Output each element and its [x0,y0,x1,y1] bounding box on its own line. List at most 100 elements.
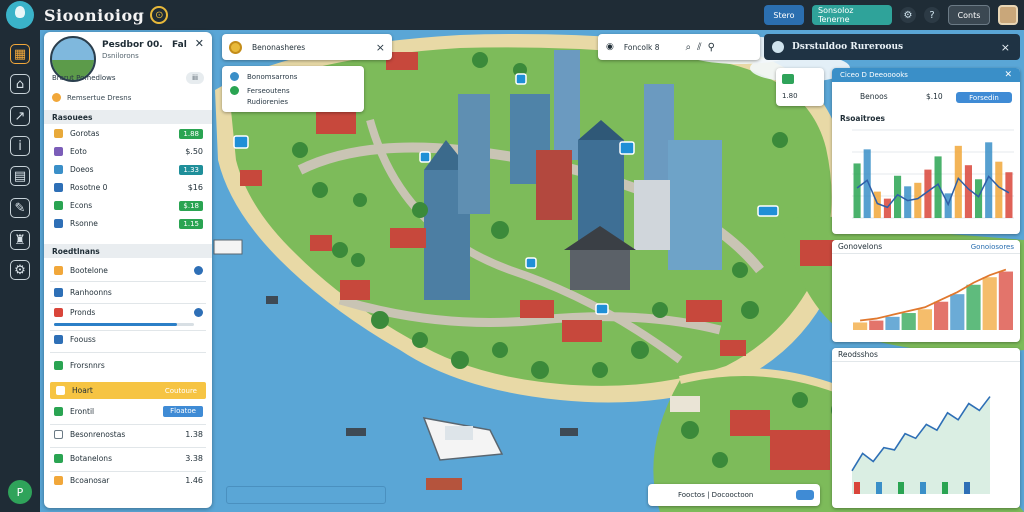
weather-widget[interactable]: 1.80 [776,68,824,106]
map-search-bar[interactable]: ◉ Foncolk 8 ⌕ ⫽ ⚲ [598,34,760,60]
area-fill [852,396,990,494]
bar [904,186,912,218]
bar [853,163,861,218]
quick-stat-row[interactable]: Bonomsarrons [230,72,297,81]
trend-chart-panel: Reodsshos [832,348,1020,508]
layers-icon[interactable]: ⫽ [697,42,701,53]
close-icon[interactable]: ✕ [195,37,204,50]
resource-row[interactable]: Econs $.18 [44,197,212,214]
highlight-row[interactable]: Hoart Coutoure [50,382,206,399]
bar [863,149,871,218]
list-label: Bootelone [70,266,108,275]
resource-label: Rsonne [70,219,98,228]
top-action-button[interactable]: Stero [764,5,804,25]
list-item[interactable]: Pronds [44,304,212,321]
bar-chart[interactable] [832,122,1020,232]
bar [883,198,891,218]
list-item[interactable]: Bcoanosar 1.46 [44,472,212,489]
resource-value: 1.88 [179,128,203,139]
resource-row[interactable]: Rsonne 1.15 [44,215,212,232]
relations-header: Roedtlnans [44,244,212,258]
resource-row[interactable]: Eoto $.50 [44,143,212,160]
list-icon [54,308,63,317]
resource-row[interactable]: Gorotas 1.88 [44,125,212,142]
top-primary-button[interactable]: Sonsoloz Tenerne [812,5,892,25]
quick-stats-card: Bonomsarrons Ferseoutens Rudiorenies [222,66,364,112]
resource-row[interactable]: Rosotne 0 $16 [44,179,212,196]
top-actions: Stero Sonsoloz Tenerne ⚙ ? Conts [764,3,1018,27]
app-logo-icon[interactable] [6,1,34,29]
list-item[interactable]: Ranhoonns [44,284,212,301]
list-item[interactable]: Bootelone [44,262,212,279]
profile-fab-button[interactable]: P [8,480,32,504]
list-icon [54,476,63,485]
growth-chart[interactable] [832,256,1020,342]
resource-value: $.18 [179,200,203,211]
bar [920,482,926,494]
list-label: Erontil [70,407,95,416]
more-button[interactable]: iii [186,72,204,84]
settings-icon[interactable]: ⚙ [10,260,30,280]
tools-icon[interactable]: ✎ [10,198,30,218]
resource-icon [54,165,63,174]
settings-icon[interactable]: ⚙ [900,7,916,23]
help-icon[interactable]: ? [924,7,940,23]
list-label: Foouss [70,335,96,344]
list-item[interactable]: Botanelons 3.38 [44,450,212,467]
list-icon [54,288,63,297]
bar [917,309,932,330]
list-item[interactable]: Frorsnnrs [44,357,212,374]
bar [995,161,1003,218]
top-secondary-button[interactable]: Conts [948,5,990,25]
list-item[interactable]: Besonrenostas 1.38 [44,426,212,443]
bottom-input[interactable] [226,486,386,504]
resource-value: $16 [187,183,203,192]
map-icon[interactable]: ▦ [10,44,30,64]
city-info-panel: Pesdbor 00. Fal ✕ Dsnilorons Brerut Pome… [44,32,212,508]
trophy-icon[interactable]: ♜ [10,230,30,250]
list-label: Botanelons [70,454,112,463]
analytics-icon [772,41,784,53]
city-name: Pesdbor 00. [102,40,163,50]
filter-icon[interactable]: ⚲ [708,42,715,53]
trend-chart[interactable] [832,364,1020,508]
close-icon[interactable]: ✕ [1004,70,1012,80]
game-screen: Sioonioiog ⊙ Stero Sonsoloz Tenerne ⚙ ? … [0,0,1024,512]
quick-stat-label: Ferseoutens [247,86,290,95]
highlight-icon [56,386,65,395]
close-icon[interactable]: × [376,41,385,54]
filter-button[interactable]: Forsedin [956,92,1012,103]
quick-stat-row[interactable]: Ferseoutens [230,86,290,95]
divider [50,424,206,425]
top-bar: Sioonioiog ⊙ Stero Sonsoloz Tenerne ⚙ ? … [0,0,1024,30]
panel-link[interactable]: Gonoiosores [971,243,1014,251]
info-icon[interactable]: i [10,136,30,156]
panel-tab-label: Ciceo D Deeooooks [840,71,908,79]
resource-icon [54,201,63,210]
coin-badge-icon: ⊙ [150,6,169,24]
bottom-card-text: Fooctos | Docooctoon [678,491,754,499]
action-button[interactable]: Floatoe [163,406,203,417]
city-subtitle: Dsnilorons [102,52,139,60]
list-icon [54,266,63,275]
chart-icon[interactable]: ↗ [10,106,30,126]
growth-chart-panel: Gonovelons Gonoiosores [832,240,1020,342]
bar [998,271,1013,330]
search-input[interactable]: Foncolk 8 [624,43,660,52]
list-item[interactable]: Erontil Floatoe [44,403,212,420]
list-badge [194,266,203,275]
city-icon[interactable]: ⌂ [10,74,30,94]
bottom-info-card[interactable]: Fooctos | Docooctoon [648,484,820,506]
highlight-label: Hoart [72,386,93,395]
resource-row[interactable]: Doeos 1.33 [44,161,212,178]
list-item[interactable]: Foouss [44,331,212,348]
user-avatar[interactable] [998,5,1018,25]
notification-toast[interactable]: Benonasheres × [222,34,392,60]
search-icon[interactable]: ⌕ [686,42,692,53]
list-icon [54,335,63,344]
close-icon[interactable]: × [1001,41,1010,54]
list-value: 1.38 [185,430,203,439]
bottom-card-button[interactable] [796,490,814,500]
calendar-icon[interactable]: ▤ [10,166,30,186]
resource-label: Econs [70,201,93,210]
